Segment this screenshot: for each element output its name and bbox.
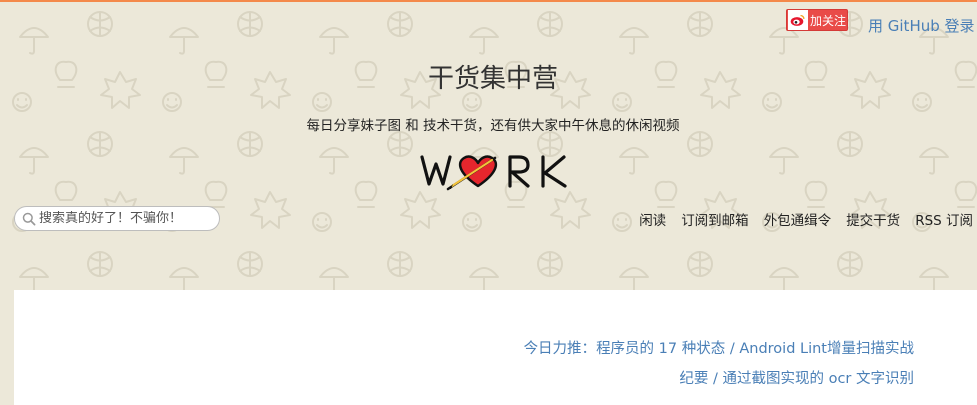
- recommend-link[interactable]: 通过截图实现的 ocr 文字识别: [722, 371, 914, 387]
- recommend-line: 纪要 / 通过截图实现的 ocr 文字识别: [679, 367, 914, 388]
- site-title: 干货集中营: [427, 64, 558, 94]
- recommend-link[interactable]: Android Lint增量扫描实战: [739, 341, 914, 357]
- recommend-separator: /: [708, 371, 723, 387]
- nav-item-submit[interactable]: 提交干货: [846, 209, 900, 229]
- recommend-link[interactable]: 纪要: [679, 371, 708, 387]
- site-subtitle: 每日分享妹子图 和 技术干货，还有供大家中午休息的休闲视频: [306, 118, 680, 134]
- work-logo: [420, 155, 567, 191]
- weibo-icon: [788, 10, 808, 30]
- top-nav: 闲读 订阅到邮箱 外包通缉令 提交干货 RSS 订阅: [624, 209, 973, 229]
- weibo-follow-button[interactable]: 加关注: [786, 9, 848, 31]
- nav-item-rss[interactable]: RSS 订阅: [915, 209, 973, 229]
- recommend-line: 今日力推：程序员的 17 种状态 / Android Lint增量扫描实战: [524, 337, 914, 358]
- content-card: 今日力推：程序员的 17 种状态 / Android Lint增量扫描实战 纪要…: [14, 290, 977, 405]
- github-login-link[interactable]: 用 GitHub 登录: [868, 15, 975, 36]
- nav-item-outsourcing[interactable]: 外包通缉令: [764, 209, 832, 229]
- search-input[interactable]: [39, 211, 209, 226]
- recommend-prefix: 今日力推：: [523, 341, 597, 357]
- recommend-separator: /: [725, 341, 740, 357]
- weibo-follow-label: 加关注: [810, 13, 847, 28]
- nav-item-leisure-reading[interactable]: 闲读: [639, 209, 666, 229]
- background-doodle-pattern: [0, 2, 977, 290]
- top-accent-strip: [0, 0, 977, 2]
- search-icon: [22, 212, 36, 225]
- search-box[interactable]: [14, 206, 220, 231]
- nav-item-email-subscribe[interactable]: 订阅到邮箱: [681, 209, 749, 229]
- recommend-link[interactable]: 程序员的 17 种状态: [596, 341, 725, 357]
